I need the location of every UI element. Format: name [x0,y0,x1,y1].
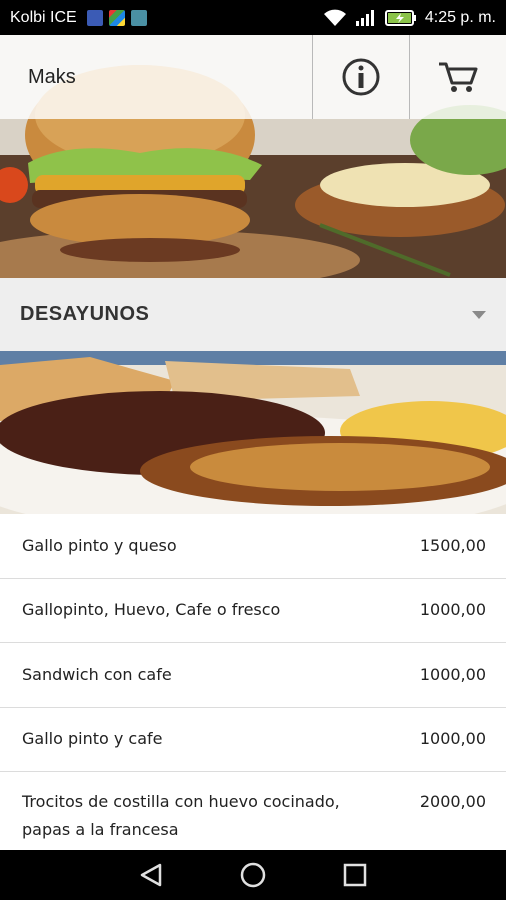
back-icon [140,863,162,887]
item-price: 1000,00 [419,664,486,684]
menu-item[interactable]: Sandwich con cafe 1000,00 [0,643,506,708]
clock: 4:25 p. m. [424,8,496,26]
breakfast-photo [0,351,506,514]
item-price: 1000,00 [419,600,486,620]
menu-item[interactable]: Gallo pinto y queso 1500,00 [0,514,506,579]
recents-icon [343,863,367,887]
app-bar: Maks [0,35,506,119]
carrier-name: Kolbi ICE [10,8,77,26]
menu-item[interactable]: Trocitos de costilla con huevo cocinado,… [0,772,506,850]
item-name: Gallopinto, Huevo, Cafe o fresco [22,600,281,620]
item-name: Trocitos de costilla con huevo cocinado,… [22,792,340,839]
app-title: Maks [28,65,76,88]
header-banner-image: Maks [0,35,506,278]
cart-icon [439,62,478,92]
item-price: 1000,00 [419,729,486,749]
item-name: Sandwich con cafe [22,664,172,684]
dropdown-arrow-icon [472,310,486,319]
info-icon [342,58,380,96]
category-image [0,351,506,514]
menu-list: Gallo pinto y queso 1500,00 Gallopinto, … [0,514,506,850]
menu-item[interactable]: Gallo pinto y cafe 1000,00 [0,708,506,772]
status-bar: Kolbi ICE 4:25 p. m. [0,0,506,35]
cart-button[interactable] [409,35,506,119]
recents-button[interactable] [335,855,375,895]
item-name: Gallo pinto y queso [22,535,177,555]
status-left: Kolbi ICE [10,9,147,27]
wifi-icon [323,9,346,26]
item-price: 1500,00 [419,535,486,555]
home-button[interactable] [233,855,273,895]
category-selector[interactable]: DESAYUNOS [0,278,506,351]
home-icon [240,862,266,888]
notification-app-icon [86,9,103,26]
item-price: 2000,00 [419,792,486,811]
category-label: DESAYUNOS [20,303,150,325]
notification-puzzle-icon [108,9,125,26]
menu-item[interactable]: Gallopinto, Huevo, Cafe o fresco 1000,00 [0,579,506,643]
navigation-bar [0,850,506,900]
notification-image-icon [130,9,147,26]
info-button[interactable] [312,35,409,119]
back-button[interactable] [131,855,171,895]
status-right: 4:25 p. m. [323,9,496,27]
battery-charging-icon [384,9,416,26]
signal-icon [355,9,374,26]
item-name: Gallo pinto y cafe [22,729,163,749]
